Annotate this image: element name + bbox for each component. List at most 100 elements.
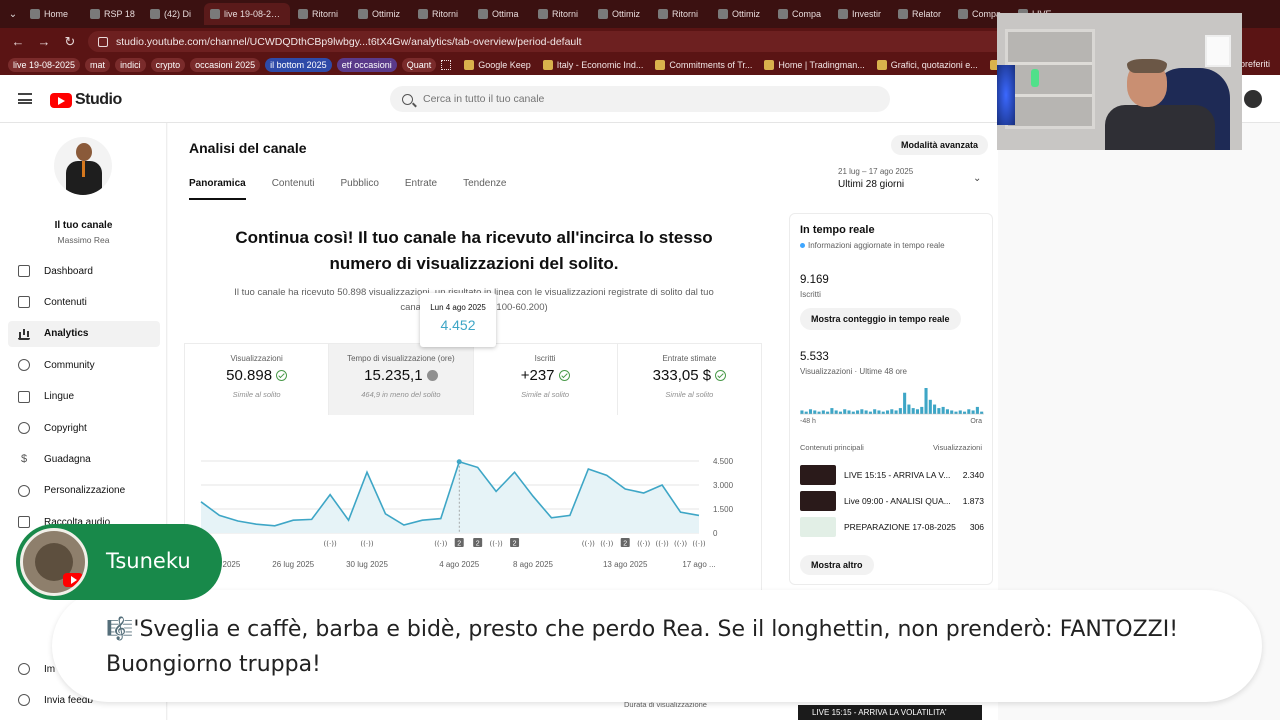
tab-contenuti[interactable]: Contenuti bbox=[272, 178, 315, 200]
browser-tab[interactable]: (42) Di bbox=[144, 3, 202, 25]
tab-panoramica[interactable]: Panoramica bbox=[189, 178, 246, 200]
browser-tab[interactable]: RSP 18 bbox=[84, 3, 142, 25]
apps-grid-icon[interactable] bbox=[441, 60, 452, 70]
chat-message-text: 🎼'Sveglia e caffè, barba e bidè, presto … bbox=[106, 617, 1179, 677]
browser-tab[interactable]: Relator bbox=[892, 3, 950, 25]
browser-tab[interactable]: Compa bbox=[772, 3, 830, 25]
spark-bar bbox=[808, 409, 813, 414]
live-stream-icon[interactable]: ((·)) bbox=[490, 540, 503, 548]
top-content-row[interactable]: PREPARAZIONE 17-08-2025 306 bbox=[800, 517, 984, 537]
bookmark-link[interactable]: Grafici, quotazioni e... bbox=[876, 60, 978, 70]
sidebar-item-label: Community bbox=[44, 359, 95, 371]
sidebar-item-guadagna[interactable]: $ Guadagna bbox=[8, 446, 160, 472]
url-field[interactable]: studio.youtube.com/channel/UCWDQDthCBp9l… bbox=[88, 31, 1018, 52]
browser-tab-label: live 19-08-2025 bbox=[224, 9, 284, 19]
bookmark-link[interactable]: Italy - Economic Ind... bbox=[542, 60, 643, 70]
sidebar-item-community[interactable]: Community bbox=[8, 352, 160, 378]
bookmark-folder-chip[interactable]: etf occasioni bbox=[336, 58, 397, 72]
site-info-icon[interactable] bbox=[98, 36, 108, 47]
subtitles-icon bbox=[18, 390, 30, 403]
browser-tab[interactable]: Ritorni bbox=[412, 3, 470, 25]
browser-tab[interactable]: Ritorni bbox=[292, 3, 350, 25]
sidebar-item-copyright[interactable]: Copyright bbox=[8, 415, 160, 441]
sidebar-item-contenuti[interactable]: Contenuti bbox=[8, 289, 160, 315]
browser-tab[interactable]: live 19-08-2025 bbox=[204, 3, 290, 25]
bookmark-folder-chip[interactable]: indici bbox=[115, 58, 146, 72]
metric-tab[interactable]: Visualizzazioni 50.898 Simile al solito bbox=[185, 344, 330, 415]
tab-favicon-icon bbox=[210, 9, 220, 19]
reload-icon[interactable]: ↻ bbox=[62, 34, 78, 50]
back-icon[interactable]: ← bbox=[10, 34, 26, 49]
realtime-card: In tempo reale Informazioni aggiornate i… bbox=[789, 213, 993, 585]
sidebar-item-dashboard[interactable]: Dashboard bbox=[8, 258, 160, 284]
menu-icon[interactable] bbox=[18, 93, 32, 104]
bookmark-link[interactable]: Home | Tradingman... bbox=[764, 60, 865, 70]
account-avatar[interactable] bbox=[1244, 90, 1262, 108]
search-bar[interactable] bbox=[390, 86, 890, 112]
bookmark-link[interactable]: Commitments of Tr... bbox=[655, 60, 752, 70]
check-circle-icon bbox=[276, 370, 288, 381]
tab-favicon-icon bbox=[958, 9, 968, 19]
spark-bar bbox=[821, 410, 825, 414]
bookmark-folder-chip[interactable]: mat bbox=[85, 58, 111, 72]
browser-tab-label: Relator bbox=[912, 9, 942, 19]
metric-tab[interactable]: Tempo di visualizzazione (ore) 15.235,1 46… bbox=[329, 344, 474, 415]
spark-bar bbox=[877, 410, 881, 414]
gear-icon bbox=[18, 663, 30, 675]
period-selector[interactable]: Ultimi 28 giorni bbox=[838, 179, 904, 190]
browser-tab[interactable]: Investir bbox=[832, 3, 890, 25]
browser-tab[interactable]: Home bbox=[24, 3, 82, 25]
live-stream-icon[interactable]: ((·)) bbox=[324, 540, 337, 548]
bookmark-folder-chip[interactable]: live 19-08-2025 bbox=[8, 58, 81, 72]
channel-avatar[interactable] bbox=[54, 137, 112, 195]
browser-tab[interactable]: Ritorni bbox=[532, 3, 590, 25]
browser-tab-label: Ottima bbox=[492, 9, 519, 19]
browser-tab[interactable]: Ottimiz bbox=[712, 3, 770, 25]
top-content-row[interactable]: Live 09:00 - ANALISI QUA... 1.873 bbox=[800, 491, 984, 511]
all-bookmarks-link[interactable]: preferiti bbox=[1240, 59, 1270, 69]
realtime-spark-chart[interactable] bbox=[800, 386, 984, 416]
live-stream-icon[interactable]: ((·)) bbox=[360, 540, 373, 548]
bookmark-folder-chip[interactable]: Quant bbox=[401, 58, 437, 72]
browser-tab[interactable]: Ritorni bbox=[652, 3, 710, 25]
live-stream-icon[interactable]: ((·)) bbox=[674, 540, 687, 548]
browser-tab-label: Ritorni bbox=[672, 9, 699, 19]
show-more-button[interactable]: Mostra altro bbox=[800, 555, 874, 575]
sidebar-item-lingue[interactable]: Lingue bbox=[8, 384, 160, 410]
bookmark-folder-chip[interactable]: crypto bbox=[150, 58, 186, 72]
browser-tab[interactable]: Ottima bbox=[472, 3, 530, 25]
live-stream-icon[interactable]: ((·)) bbox=[637, 540, 650, 548]
tab-pubblico[interactable]: Pubblico bbox=[341, 178, 379, 200]
bookmark-folder-chip[interactable]: il bottom 2025 bbox=[265, 58, 332, 72]
sidebar-item-label: Guadagna bbox=[44, 453, 91, 465]
live-stream-icon[interactable]: ((·)) bbox=[582, 540, 595, 548]
studio-logo[interactable]: Studio bbox=[50, 91, 122, 109]
advanced-mode-button[interactable]: Modalità avanzata bbox=[891, 135, 989, 155]
views-chart[interactable]: 0 1.500 3.000 4.500 ((·)) ((·)) ((·)) 2 2 ((·)) 2 (… bbox=[185, 415, 763, 593]
browser-tab[interactable]: Ottimiz bbox=[352, 3, 410, 25]
live-stream-icon[interactable]: ((·)) bbox=[600, 540, 613, 548]
bookmark-link[interactable]: Google Keep bbox=[464, 60, 531, 70]
browser-tab[interactable]: Ottimiz bbox=[592, 3, 650, 25]
forward-icon[interactable]: → bbox=[36, 34, 52, 49]
tab-list-chevron-icon[interactable]: ⌄ bbox=[4, 9, 22, 20]
highlight-point[interactable] bbox=[456, 459, 462, 465]
live-stream-icon[interactable]: ((·)) bbox=[692, 540, 705, 548]
sidebar-item-personalizzazione[interactable]: Personalizzazione bbox=[8, 478, 160, 504]
show-live-count-button[interactable]: Mostra conteggio in tempo reale bbox=[800, 308, 961, 330]
video-thumbnail-partial[interactable]: LIVE 15:15 - ARRIVA LA VOLATILITA' bbox=[798, 705, 982, 720]
bookmark-link-label: Grafici, quotazioni e... bbox=[890, 60, 978, 70]
sidebar-item-analytics[interactable]: Analytics bbox=[8, 320, 160, 347]
tab-entrate[interactable]: Entrate bbox=[405, 178, 437, 200]
top-content-title: Live 09:00 - ANALISI QUA... bbox=[844, 496, 951, 506]
bookmark-folder-chip[interactable]: occasioni 2025 bbox=[190, 58, 261, 72]
live-stream-icon[interactable]: ((·)) bbox=[434, 540, 447, 548]
search-input[interactable] bbox=[423, 93, 843, 105]
metric-tab[interactable]: Entrate stimate 333,05 $ Simile al solito bbox=[618, 344, 761, 415]
live-stream-icon[interactable]: ((·)) bbox=[656, 540, 669, 548]
chevron-down-icon[interactable]: ⌄ bbox=[973, 173, 981, 184]
top-content-row[interactable]: LIVE 15:15 - ARRIVA LA V... 2.340 bbox=[800, 465, 984, 485]
metric-tab[interactable]: Iscritti +237 Simile al solito bbox=[474, 344, 618, 415]
tab-tendenze[interactable]: Tendenze bbox=[463, 178, 506, 200]
metric-value-row: 15.235,1 bbox=[329, 367, 472, 384]
